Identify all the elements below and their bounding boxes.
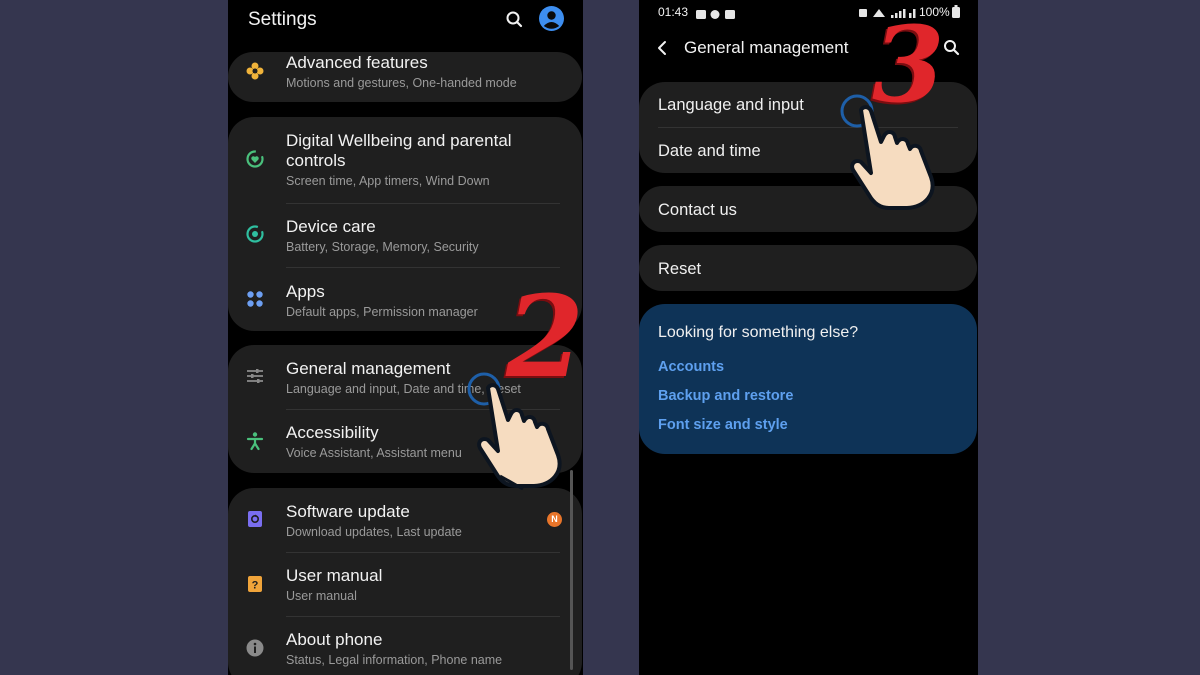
settings-screen: Settings Advanced features Motions and g… [228, 0, 583, 675]
tap-hand-icon [839, 94, 954, 212]
flower-icon [244, 60, 266, 82]
item-subtitle: Motions and gestures, One-handed mode [286, 76, 517, 90]
item-subtitle: Screen time, App timers, Wind Down [286, 174, 490, 188]
search-icon[interactable] [504, 9, 526, 31]
settings-item-advanced-features[interactable]: Advanced features Motions and gestures, … [228, 52, 582, 102]
link-font-size-and-style[interactable]: Font size and style [658, 417, 788, 433]
item-reset[interactable]: Reset [658, 260, 701, 279]
tap-hand-icon [466, 372, 581, 491]
item-title: About phone [286, 630, 383, 649]
item-subtitle: User manual [286, 589, 357, 603]
settings-card: Reset [639, 245, 977, 291]
item-subtitle: Status, Legal information, Phone name [286, 653, 503, 667]
wellbeing-icon [244, 148, 266, 170]
scrollbar[interactable] [570, 470, 573, 670]
settings-item-device-care[interactable]: Device care Battery, Storage, Memory, Se… [228, 204, 582, 267]
item-date-and-time[interactable]: Date and time [658, 142, 761, 161]
link-backup-and-restore[interactable]: Backup and restore [658, 388, 793, 404]
apps-grid-icon [244, 288, 266, 310]
page-title: Settings [248, 9, 317, 30]
user-manual-icon: ? [244, 573, 266, 595]
link-accounts[interactable]: Accounts [658, 359, 724, 375]
software-update-icon [244, 508, 266, 530]
info-icon [244, 637, 266, 659]
accessibility-icon [244, 430, 266, 452]
notification-icons [696, 7, 744, 19]
general-management-screen: 01:43 100% General management Language a… [639, 0, 978, 675]
item-title: Device care [286, 217, 376, 236]
settings-card: Advanced features Motions and gestures, … [228, 52, 582, 102]
item-language-and-input[interactable]: Language and input [658, 96, 804, 115]
item-title: General management [286, 359, 451, 378]
battery-icon [952, 5, 960, 18]
device-care-icon [244, 223, 266, 245]
page-title: General management [684, 38, 849, 57]
item-title: User manual [286, 566, 383, 585]
item-contact-us[interactable]: Contact us [658, 201, 737, 220]
item-subtitle: Download updates, Last update [286, 525, 462, 539]
svg-text:?: ? [252, 580, 259, 592]
item-subtitle: Default apps, Permission manager [286, 305, 478, 319]
profile-avatar-icon[interactable] [539, 6, 564, 31]
status-time: 01:43 [658, 5, 689, 19]
settings-item-user-manual[interactable]: ? User manual User manual [228, 553, 582, 616]
item-subtitle: Voice Assistant, Assistant menu [286, 446, 462, 460]
item-title: Apps [286, 282, 325, 301]
item-title: Advanced features [286, 53, 428, 72]
settings-item-digital-wellbeing[interactable]: Digital Wellbeing and parental controls … [228, 117, 582, 203]
item-title: Accessibility [286, 423, 379, 442]
settings-item-about-phone[interactable]: About phone Status, Legal information, P… [228, 617, 582, 675]
item-title: Software update [286, 502, 410, 521]
sliders-icon [244, 365, 266, 387]
item-title: Digital Wellbeing and parental controls [286, 131, 512, 170]
suggestion-card: Looking for something else? Accounts Bac… [639, 304, 977, 454]
settings-card: Software update Download updates, Last u… [228, 488, 582, 675]
settings-item-software-update[interactable]: Software update Download updates, Last u… [228, 488, 582, 552]
back-icon[interactable] [653, 37, 673, 59]
suggestion-title: Looking for something else? [658, 324, 859, 341]
item-subtitle: Battery, Storage, Memory, Security [286, 240, 479, 254]
new-badge: N [547, 512, 562, 527]
